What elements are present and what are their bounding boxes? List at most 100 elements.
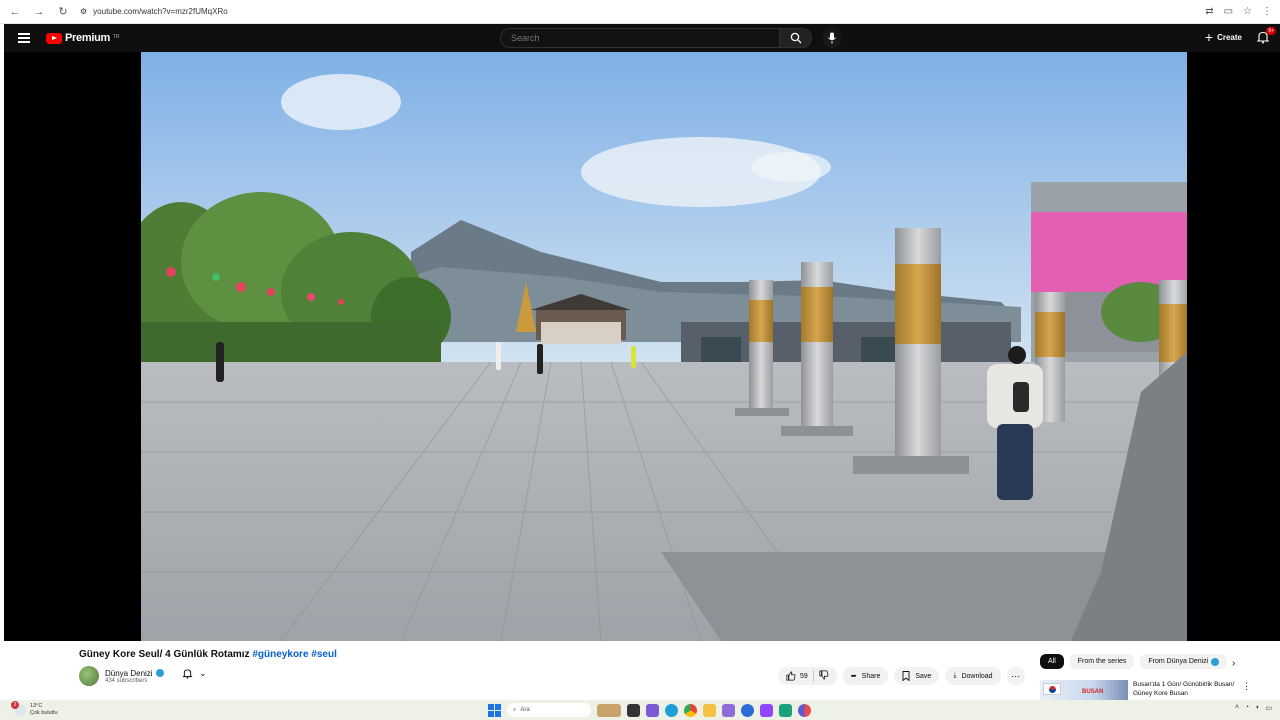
channel-info[interactable]: Dünya Denizi 434 subscribers	[79, 666, 164, 686]
reload-icon[interactable]: ↻	[56, 5, 70, 19]
create-label: Create	[1217, 32, 1242, 42]
forward-icon[interactable]: →	[32, 5, 46, 19]
chevron-right-icon[interactable]: ›	[1232, 658, 1235, 669]
bell-icon	[182, 669, 193, 679]
channel-name[interactable]: Dünya Denizi	[105, 669, 164, 678]
widgets-app-icon[interactable]	[597, 703, 621, 717]
bookmark-icon	[902, 671, 910, 681]
app-icon[interactable]	[798, 703, 811, 717]
dislike-button[interactable]	[819, 670, 829, 682]
thumbs-down-icon	[819, 670, 829, 680]
voice-search-button[interactable]	[822, 28, 842, 48]
video-title-text: Güney Kore Seul/ 4 Günlük Rotamız	[79, 649, 253, 660]
more-horizontal-icon: ⋯	[1011, 670, 1021, 681]
notification-badge: 9+	[1266, 27, 1276, 35]
youtube-header: Premium TR + Create 9+	[4, 24, 1280, 52]
search-icon: ⌕	[513, 706, 517, 713]
chevron-up-icon[interactable]: ˄	[1235, 704, 1239, 712]
edge-icon[interactable]	[665, 703, 678, 717]
address-bar[interactable]: ⚙ youtube.com/watch?v=mzr2fUMqXRo	[80, 7, 228, 16]
create-button[interactable]: + Create	[1205, 30, 1242, 44]
url-text: youtube.com/watch?v=mzr2fUMqXRo	[93, 7, 228, 16]
weather-badge: 2	[11, 701, 19, 709]
save-label: Save	[915, 672, 932, 680]
translate-icon[interactable]: ⇄	[1205, 6, 1213, 17]
browser-toolbar: ← → ↻ ⚙ youtube.com/watch?v=mzr2fUMqXRo …	[0, 0, 1280, 24]
cloud-icon: 2	[11, 701, 26, 716]
video-actions: 59 ➦ Share Save ⤓ Download ⋯	[778, 667, 1025, 685]
taskbar-apps: ⌕ Ara	[488, 703, 811, 717]
video-player[interactable]	[4, 52, 1280, 641]
video-scene-image	[141, 52, 1187, 641]
system-tray: ˄ ◔ ◖ ▭	[1235, 704, 1272, 712]
recommended-video-title[interactable]: Busan'da 1 Gün/ Günübirlik Busan/ Güney …	[1133, 680, 1243, 700]
verified-globe-icon	[1211, 657, 1220, 666]
share-button[interactable]: ➦ Share	[842, 667, 889, 685]
search-bar	[500, 28, 842, 48]
folder-icon[interactable]	[703, 703, 716, 717]
chevron-down-icon: ⌄	[199, 668, 207, 678]
chip-all[interactable]: All	[1040, 654, 1064, 669]
search-icon	[790, 32, 801, 44]
thumbs-up-icon	[786, 671, 796, 681]
app-icon[interactable]	[779, 703, 792, 717]
download-button[interactable]: ⤓ Download	[945, 667, 1001, 685]
search-button[interactable]	[780, 28, 812, 48]
channel-avatar[interactable]	[79, 666, 99, 686]
microphone-icon	[828, 32, 836, 44]
download-icon: ⤓	[953, 672, 957, 679]
windows-start-icon[interactable]	[488, 703, 501, 717]
korea-flag-icon	[1043, 683, 1061, 695]
app-icon[interactable]	[760, 703, 773, 717]
network-icon[interactable]: ◔	[1245, 704, 1249, 712]
taskbar-search[interactable]: ⌕ Ara	[507, 703, 591, 717]
chip-from-series[interactable]: From the series	[1069, 654, 1135, 669]
subscriber-count: 434 subscribers	[105, 677, 148, 684]
share-label: Share	[861, 672, 881, 680]
weather-widget[interactable]: 2 13°C Çok bulutlu	[11, 701, 58, 717]
video-title: Güney Kore Seul/ 4 Günlük Rotamız #güney…	[79, 649, 337, 660]
save-button[interactable]: Save	[894, 667, 940, 685]
hashtag-link[interactable]: #güneykore	[252, 649, 308, 660]
plus-icon: +	[1204, 29, 1214, 45]
app-icon[interactable]	[741, 703, 754, 717]
battery-icon[interactable]: ▭	[1265, 704, 1272, 712]
like-count: 59	[800, 672, 808, 680]
chip-from-channel[interactable]: From Dünya Denizi	[1140, 654, 1228, 669]
back-icon[interactable]: ←	[8, 5, 22, 19]
temperature: 13°C	[30, 703, 43, 709]
site-info-icon[interactable]: ⚙	[80, 7, 87, 16]
recommended-video[interactable]: BUSAN Busan'da 1 Gün/ Günübirlik Busan/ …	[1040, 680, 1243, 700]
recommendation-chips: All From the series From Dünya Denizi	[1040, 654, 1228, 669]
hashtag-link[interactable]: #seul	[311, 649, 337, 660]
notifications-button[interactable]: 9+	[1256, 27, 1276, 44]
subscription-notification-button[interactable]: ⌄	[182, 668, 207, 679]
more-vertical-icon[interactable]: ⋮	[1242, 681, 1251, 692]
bookmark-star-icon[interactable]: ☆	[1243, 6, 1252, 17]
thumbnail-text: BUSAN	[1082, 689, 1104, 695]
windows-taskbar: 2 13°C Çok bulutlu ⌕ Ara ˄ ◔ ◖ ▭	[0, 700, 1280, 720]
store-icon[interactable]	[646, 703, 659, 717]
task-view-icon[interactable]	[627, 703, 640, 717]
search-input[interactable]	[500, 28, 780, 48]
hamburger-menu-icon[interactable]	[18, 33, 30, 43]
like-button[interactable]: 59	[786, 671, 808, 681]
youtube-logo[interactable]: Premium TR	[46, 32, 120, 44]
taskbar-search-placeholder: Ara	[520, 707, 530, 713]
video-details: Güney Kore Seul/ 4 Günlük Rotamız #güney…	[4, 641, 1280, 700]
logo-text: Premium	[65, 32, 110, 44]
extensions-icon[interactable]: ⋮	[1262, 6, 1272, 17]
channel-name-text: Dünya Denizi	[105, 668, 153, 678]
download-label: Download	[961, 672, 993, 680]
chrome-icon[interactable]	[684, 703, 697, 717]
youtube-play-icon	[46, 32, 62, 44]
like-dislike-group: 59	[778, 667, 837, 685]
volume-icon[interactable]: ◖	[1255, 704, 1259, 712]
app-icon[interactable]	[722, 703, 735, 717]
chip-from-channel-label: From Dünya Denizi	[1148, 658, 1209, 665]
share-icon: ➦	[850, 673, 857, 680]
video-frame[interactable]	[141, 52, 1187, 641]
cast-icon[interactable]: ▭	[1224, 6, 1233, 17]
video-thumbnail[interactable]: BUSAN	[1040, 680, 1128, 700]
more-actions-button[interactable]: ⋯	[1006, 667, 1025, 685]
